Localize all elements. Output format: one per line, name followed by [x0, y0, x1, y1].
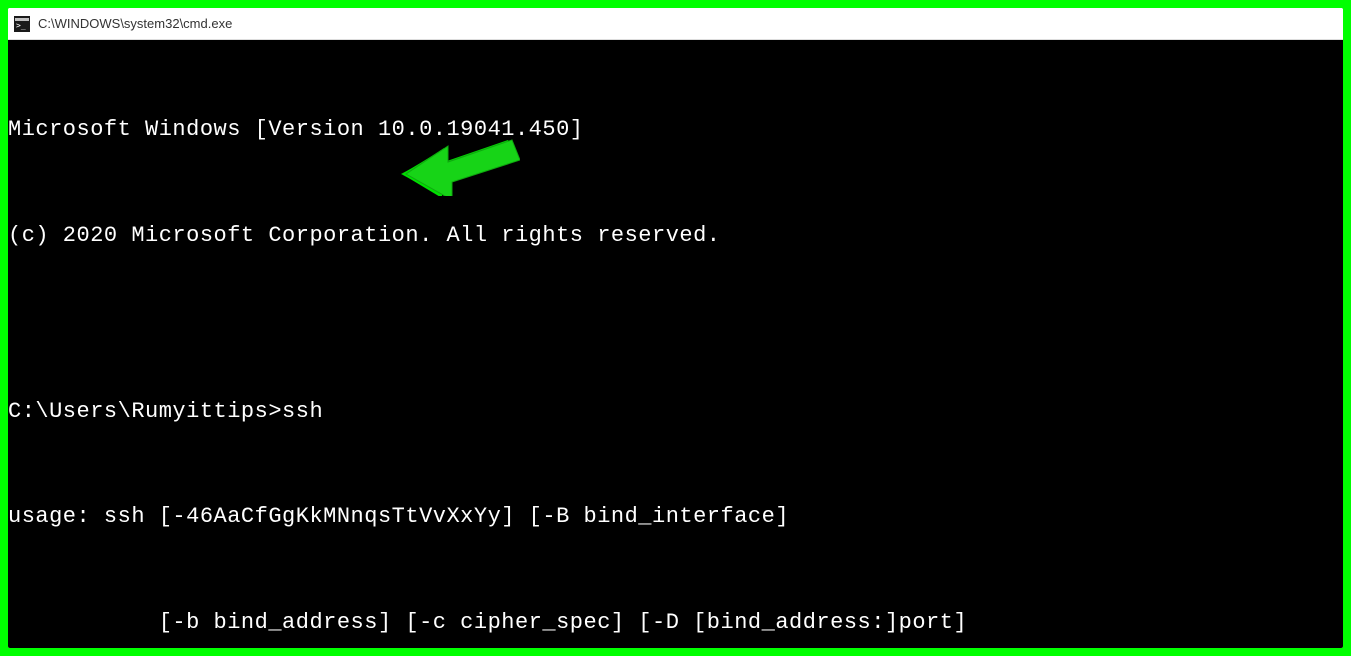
cmd-icon: >_ [14, 16, 30, 32]
terminal-line: [-b bind_address] [-c cipher_spec] [-D [… [8, 605, 1343, 640]
terminal-line: Microsoft Windows [Version 10.0.19041.45… [8, 112, 1343, 147]
window-title: C:\WINDOWS\system32\cmd.exe [38, 16, 232, 31]
terminal-output[interactable]: Microsoft Windows [Version 10.0.19041.45… [8, 40, 1343, 648]
titlebar[interactable]: >_ C:\WINDOWS\system32\cmd.exe [8, 8, 1343, 40]
terminal-line: (c) 2020 Microsoft Corporation. All righ… [8, 218, 1343, 253]
terminal-line: usage: ssh [-46AaCfGgKkMNnqsTtVvXxYy] [-… [8, 499, 1343, 534]
svg-text:>_: >_ [16, 21, 26, 30]
terminal-line: C:\Users\Rumyittips>ssh [8, 394, 1343, 429]
cmd-window: >_ C:\WINDOWS\system32\cmd.exe Microsoft… [8, 8, 1343, 648]
